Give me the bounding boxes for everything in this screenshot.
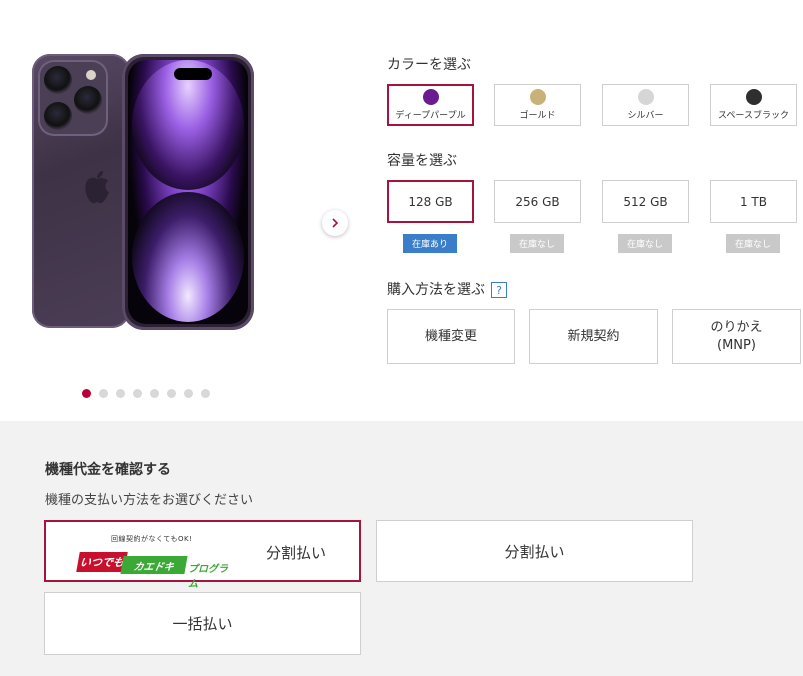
capacity-option[interactable]: 256 GB bbox=[494, 180, 581, 223]
next-image-button[interactable] bbox=[322, 210, 348, 236]
chevron-right-icon bbox=[332, 218, 339, 228]
lump-sum-button[interactable]: 一括払い bbox=[44, 592, 361, 655]
gallery-dot[interactable] bbox=[167, 389, 176, 398]
gallery-pagination bbox=[82, 389, 210, 398]
camera-lens bbox=[74, 86, 102, 114]
color-swatch-icon bbox=[529, 89, 546, 105]
product-image bbox=[30, 50, 256, 334]
purchase-section-label: 購入方法を選ぶ? bbox=[387, 279, 507, 299]
color-swatch-icon bbox=[637, 89, 654, 105]
payment-subtitle: 機種の支払い方法をお選びください bbox=[45, 493, 254, 508]
promo-brand-program: プログラム bbox=[188, 564, 228, 590]
color-option-label: ゴールド bbox=[519, 111, 556, 121]
installment-with-program-button[interactable]: 回線契約がなくてもOK! いつでも カエドキ プログラム 分割払い bbox=[44, 520, 361, 590]
gallery-dot[interactable] bbox=[99, 389, 108, 398]
gallery-dot[interactable] bbox=[150, 389, 159, 398]
payment-section: 機種代金を確認する 機種の支払い方法をお選びください 回線契約がなくてもOK! … bbox=[0, 421, 803, 676]
phone-screen bbox=[128, 60, 248, 324]
phone-front-image bbox=[122, 54, 254, 330]
help-icon[interactable]: ? bbox=[491, 282, 507, 298]
color-option-label: シルバー bbox=[627, 111, 664, 121]
model-change-button[interactable]: 機種変更 bbox=[387, 309, 515, 364]
stock-status-badge: 在庫なし bbox=[618, 234, 672, 253]
stock-status-badge: 在庫あり bbox=[403, 234, 457, 253]
color-swatch-icon bbox=[745, 89, 762, 105]
new-contract-button[interactable]: 新規契約 bbox=[529, 309, 658, 364]
capacity-option-label: 128 GB bbox=[408, 194, 453, 209]
installment-label: 分割払い bbox=[266, 544, 327, 562]
stock-status-badge: 在庫なし bbox=[510, 234, 564, 253]
color-section-label: カラーを選ぶ bbox=[387, 57, 471, 73]
capacity-option[interactable]: 1 TB bbox=[710, 180, 797, 223]
color-option[interactable]: ゴールド bbox=[494, 84, 581, 126]
purchase-label-text: 購入方法を選ぶ bbox=[387, 282, 485, 298]
stock-status-badge: 在庫なし bbox=[726, 234, 780, 253]
payment-title: 機種代金を確認する bbox=[45, 462, 171, 478]
camera-flash bbox=[86, 70, 96, 80]
color-option[interactable]: スペースブラック bbox=[710, 84, 797, 126]
apple-logo-icon bbox=[85, 171, 109, 204]
promo-brand-green: カエドキ bbox=[120, 556, 188, 574]
camera-lens bbox=[44, 66, 72, 94]
gallery-dot[interactable] bbox=[116, 389, 125, 398]
color-option-label: スペースブラック bbox=[718, 111, 789, 121]
installment-button[interactable]: 分割払い bbox=[376, 520, 693, 582]
capacity-option[interactable]: 512 GB bbox=[602, 180, 689, 223]
gallery-dot[interactable] bbox=[82, 389, 91, 398]
capacity-option-label: 512 GB bbox=[623, 194, 668, 209]
installment-label: 分割払い bbox=[504, 542, 565, 561]
promo-caption: 回線契約がなくてもOK! bbox=[111, 535, 193, 543]
color-option-label: ディープパープル bbox=[395, 111, 466, 121]
gallery-dot[interactable] bbox=[184, 389, 193, 398]
wallpaper-bottom bbox=[132, 192, 244, 322]
capacity-option-label: 1 TB bbox=[739, 194, 767, 209]
itsudemo-kaedoki-program-logo: 回線契約がなくてもOK! いつでも カエドキ プログラム bbox=[76, 530, 236, 590]
promo-brand-red: いつでも bbox=[76, 552, 128, 572]
camera-module bbox=[38, 60, 108, 136]
mnp-button[interactable]: のりかえ (MNP) bbox=[672, 309, 801, 364]
capacity-section-label: 容量を選ぶ bbox=[387, 153, 457, 169]
phone-back-image bbox=[32, 54, 130, 328]
color-option[interactable]: シルバー bbox=[602, 84, 689, 126]
lump-sum-label: 一括払い bbox=[172, 615, 233, 633]
capacity-option-label: 256 GB bbox=[515, 194, 560, 209]
gallery-dot[interactable] bbox=[133, 389, 142, 398]
color-option[interactable]: ディープパープル bbox=[387, 84, 474, 126]
capacity-option[interactable]: 128 GB bbox=[387, 180, 474, 223]
color-swatch-icon bbox=[422, 89, 439, 105]
gallery-dot[interactable] bbox=[201, 389, 210, 398]
camera-lens bbox=[44, 102, 72, 130]
dynamic-island bbox=[174, 68, 212, 80]
